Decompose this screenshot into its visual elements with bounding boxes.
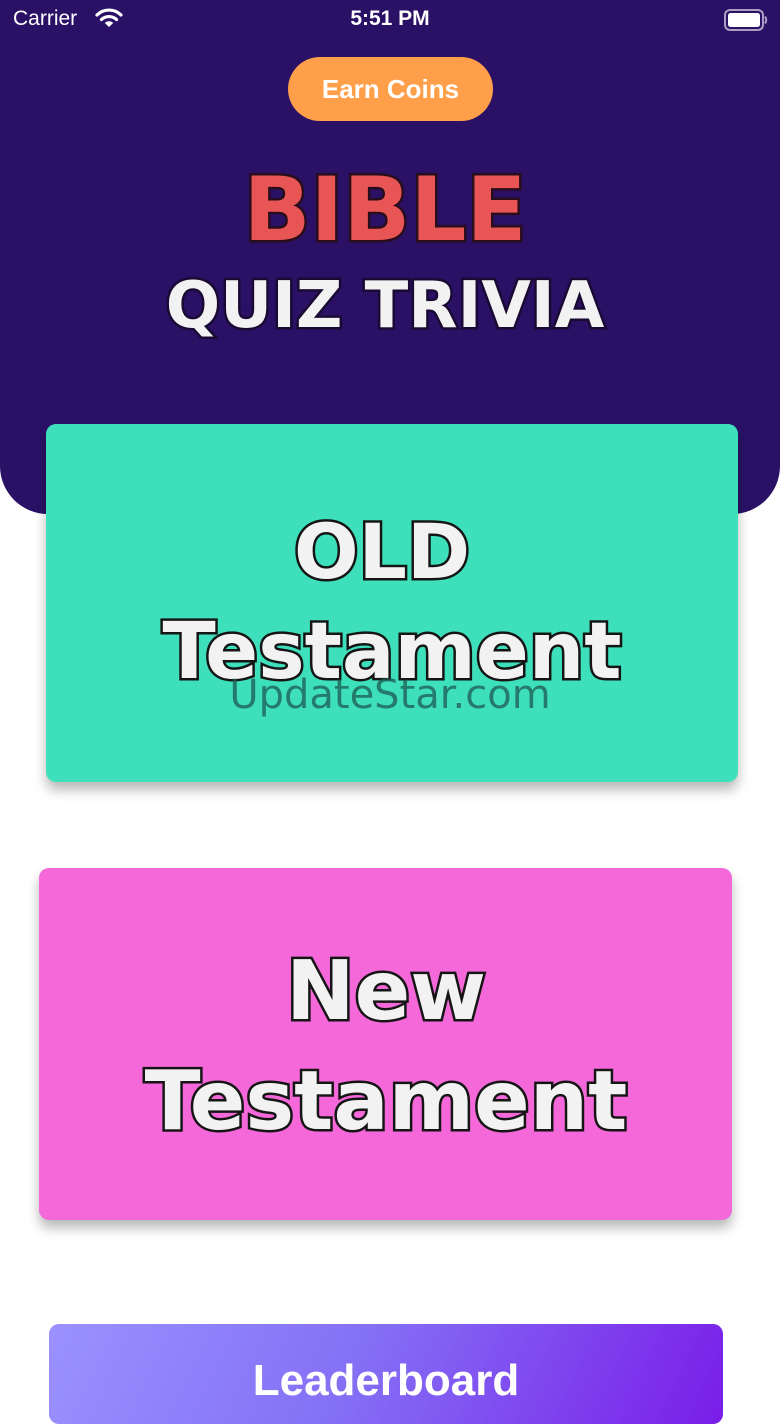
logo-subtitle: QUIZ TRIVIA [166, 269, 605, 343]
status-bar: Carrier 5:51 PM [0, 0, 780, 40]
logo-title-bible: BIBLE [243, 165, 526, 261]
battery-icon [724, 9, 768, 35]
new-testament-line1: New [286, 944, 486, 1039]
new-testament-card[interactable]: New Testament [39, 868, 732, 1220]
leaderboard-button[interactable]: Leaderboard [49, 1324, 723, 1424]
old-testament-line1: OLD [294, 507, 470, 596]
leaderboard-label: Leaderboard [252, 1356, 520, 1405]
old-testament-card[interactable]: OLD Testament [46, 424, 738, 782]
new-testament-line2: Testament [144, 1054, 627, 1149]
status-time: 5:51 PM [350, 7, 430, 30]
earn-coins-button[interactable]: Earn Coins [288, 57, 493, 121]
watermark-text: UpdateStar.com [229, 672, 551, 718]
app-logo: BIBLE QUIZ TRIVIA [150, 156, 630, 355]
